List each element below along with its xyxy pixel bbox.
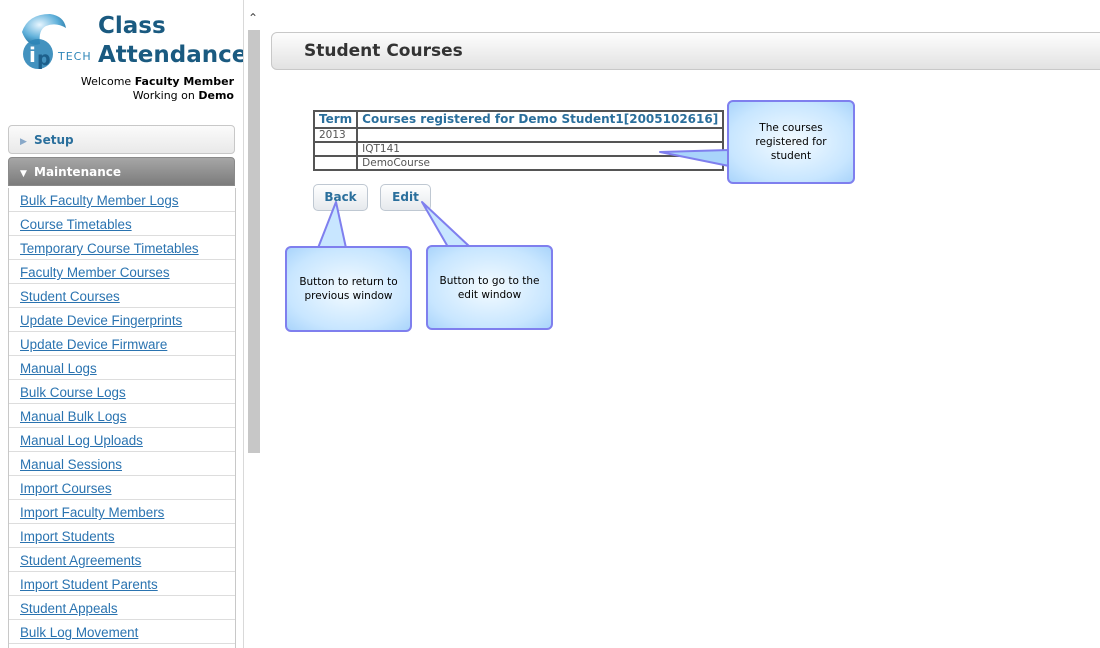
- menu-item: Course Timetables: [9, 212, 235, 236]
- workspace-name: Demo: [198, 89, 234, 102]
- logo-area: i p TECH Class Attendance Welcome Facult…: [0, 0, 248, 115]
- maintenance-menu: Bulk Faculty Member Logs Course Timetabl…: [8, 188, 236, 648]
- menu-item: Manual Bulk Logs: [9, 404, 235, 428]
- setup-section-header[interactable]: ▶ Setup: [8, 125, 235, 154]
- chevron-down-icon: ▼: [20, 169, 27, 179]
- svg-text:TECH: TECH: [57, 50, 92, 63]
- maintenance-section-header[interactable]: ▼ Maintenance: [8, 157, 235, 186]
- menu-link-manual-bulk-logs[interactable]: Manual Bulk Logs: [20, 409, 126, 424]
- menu-item: Import Students: [9, 524, 235, 548]
- menu-item: Update Device Fingerprints: [9, 308, 235, 332]
- table-cell: 2013: [312, 127, 359, 143]
- chevron-right-icon: ▶: [20, 137, 27, 147]
- callout-edit: Button to go to the edit window: [426, 245, 553, 330]
- menu-item: Import Faculty Members: [9, 500, 235, 524]
- table-cell: DemoCourse: [356, 155, 725, 171]
- scroll-up-arrow-icon[interactable]: ⌃: [248, 12, 258, 24]
- svg-text:i: i: [29, 43, 36, 67]
- table-cell: [312, 141, 359, 157]
- menu-link-faculty-member-courses[interactable]: Faculty Member Courses: [20, 265, 170, 280]
- menu-item: Faculty Member Courses: [9, 260, 235, 284]
- welcome-line: Welcome Faculty Member: [81, 75, 234, 88]
- menu-link-student-agreements[interactable]: Student Agreements: [20, 553, 141, 568]
- courses-table: Term Courses registered for Demo Student…: [312, 110, 725, 171]
- menu-item: Bulk Course Logs: [9, 380, 235, 404]
- app-title-line1: Class: [98, 13, 166, 39]
- table-cell: [356, 127, 725, 143]
- menu-link-manual-sessions[interactable]: Manual Sessions: [20, 457, 122, 472]
- menu-link-bulk-faculty-member-logs[interactable]: Bulk Faculty Member Logs: [20, 193, 179, 208]
- menu-link-manual-log-uploads[interactable]: Manual Log Uploads: [20, 433, 143, 448]
- menu-link-student-courses[interactable]: Student Courses: [20, 289, 120, 304]
- welcome-prefix: Welcome: [80, 75, 132, 88]
- app-logo-icon: i p TECH: [22, 14, 92, 70]
- working-line: Working on Demo: [133, 89, 234, 102]
- courses-column-header: Courses registered for Demo Student1[200…: [356, 110, 725, 129]
- callout-courses: The courses registered for student: [727, 100, 855, 184]
- menu-link-course-timetables[interactable]: Course Timetables: [20, 217, 132, 232]
- menu-link-import-student-parents[interactable]: Import Student Parents: [20, 577, 158, 592]
- working-prefix: Working on: [132, 89, 195, 102]
- menu-item: Temporary Course Timetables: [9, 236, 235, 260]
- menu-link-manual-logs[interactable]: Manual Logs: [20, 361, 97, 376]
- setup-section-label: Setup: [34, 133, 74, 147]
- app-title-line2: Attendance: [98, 42, 248, 68]
- menu-link-bulk-log-movement[interactable]: Bulk Log Movement: [20, 625, 138, 640]
- callout-back: Button to return to previous window: [285, 246, 412, 332]
- menu-item: Student Courses: [9, 284, 235, 308]
- table-row: 2013: [312, 127, 725, 143]
- menu-link-import-courses[interactable]: Import Courses: [20, 481, 112, 496]
- menu-item: Manual Sessions: [9, 452, 235, 476]
- back-button[interactable]: Back: [313, 184, 368, 211]
- menu-link-update-device-fingerprints[interactable]: Update Device Fingerprints: [20, 313, 182, 328]
- table-row: DemoCourse: [312, 155, 725, 171]
- table-cell: IQT141: [356, 141, 725, 157]
- sidebar: i p TECH Class Attendance Welcome Facult…: [0, 0, 248, 648]
- menu-link-import-faculty-members[interactable]: Import Faculty Members: [20, 505, 164, 520]
- scrollbar-thumb[interactable]: [248, 30, 260, 453]
- app-title: Class Attendance: [98, 12, 248, 70]
- callout-edit-text: Button to go to the edit window: [439, 274, 540, 301]
- edit-button[interactable]: Edit: [380, 184, 431, 211]
- menu-link-import-students[interactable]: Import Students: [20, 529, 115, 544]
- menu-link-temporary-course-timetables[interactable]: Temporary Course Timetables: [20, 241, 199, 256]
- menu-item: Import Courses: [9, 476, 235, 500]
- menu-item: Bulk Faculty Member Logs: [9, 188, 235, 212]
- user-name: Faculty Member: [134, 75, 234, 88]
- menu-item: Student Agreements: [9, 548, 235, 572]
- menu-item: Update Device Firmware: [9, 332, 235, 356]
- table-header-row: Term Courses registered for Demo Student…: [312, 110, 725, 129]
- page-header: Student Courses: [271, 32, 1100, 70]
- page-title: Student Courses: [304, 41, 463, 61]
- term-column-header: Term: [312, 110, 359, 129]
- svg-text:p: p: [37, 48, 51, 70]
- maintenance-section-label: Maintenance: [34, 165, 122, 179]
- sidebar-scrollbar[interactable]: ⌃: [243, 0, 263, 648]
- table-row: IQT141: [312, 141, 725, 157]
- menu-item: Student Appeals: [9, 596, 235, 620]
- menu-item: Bulk Log Movement: [9, 620, 235, 644]
- menu-link-bulk-course-logs[interactable]: Bulk Course Logs: [20, 385, 126, 400]
- callout-courses-text: The courses registered for student: [755, 122, 827, 162]
- menu-item: Import Student Parents: [9, 572, 235, 596]
- callout-back-text: Button to return to previous window: [299, 276, 398, 302]
- menu-item: Manual Logs: [9, 356, 235, 380]
- menu-item: Manual Log Uploads: [9, 428, 235, 452]
- table-cell: [312, 155, 359, 171]
- menu-link-update-device-firmware[interactable]: Update Device Firmware: [20, 337, 167, 352]
- menu-link-student-appeals[interactable]: Student Appeals: [20, 601, 118, 616]
